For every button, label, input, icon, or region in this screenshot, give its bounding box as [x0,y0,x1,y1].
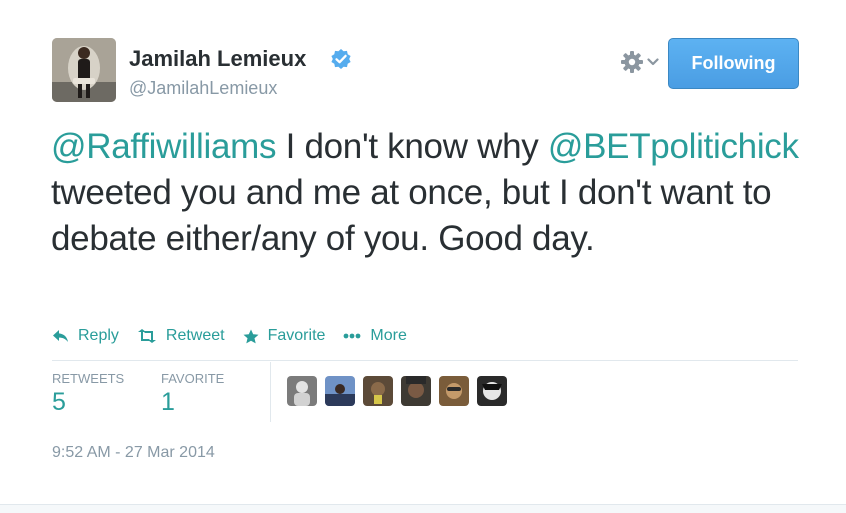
tweet-actions: Reply Retweet Favorite More [52,323,425,349]
verified-badge-icon [331,49,351,69]
reply-label: Reply [78,327,119,344]
favorite-label: Favorite [267,327,326,344]
star-icon [243,329,259,343]
favorites-count[interactable]: 1 [161,388,175,417]
favoriter-avatar[interactable] [439,376,469,406]
retweets-count[interactable]: 5 [52,388,66,417]
retweet-label: Retweet [165,327,225,344]
tweet-card: Jamilah Lemieux @JamilahLemieux Followin… [0,0,846,513]
following-button[interactable]: Following [668,38,799,89]
ellipsis-icon [344,333,361,339]
reply-button[interactable]: Reply [52,327,119,345]
retweet-icon [137,329,156,343]
favoriter-avatar[interactable] [325,376,355,406]
stats-separator [270,362,271,422]
favoriter-avatars [287,376,515,406]
divider [52,360,798,361]
more-button[interactable]: More [343,327,407,345]
author-avatar[interactable] [52,38,116,102]
reply-icon [53,330,68,342]
mention-link[interactable]: @Raffiwilliams [51,127,276,166]
tweet-text-segment: I don't know why [276,127,548,166]
favoriter-avatar[interactable] [287,376,317,406]
chevron-down-icon [647,58,659,66]
favoriter-avatar[interactable] [401,376,431,406]
gear-icon [621,51,643,73]
favoriter-avatar[interactable] [477,376,507,406]
favorite-button[interactable]: Favorite [243,327,326,345]
tweet-timestamp[interactable]: 9:52 AM - 27 Mar 2014 [52,444,215,462]
tweet-text: @Raffiwilliams I don't know why @BETpoli… [51,124,821,262]
settings-dropdown[interactable] [620,50,660,74]
more-label: More [370,327,407,344]
tweet-text-segment: tweeted you and me at once, but I don't … [51,173,772,258]
retweet-button[interactable]: Retweet [137,327,225,345]
favoriter-avatar[interactable] [363,376,393,406]
author-screen-name[interactable]: @JamilahLemieux [129,78,277,99]
author-display-name[interactable]: Jamilah Lemieux [129,46,306,72]
mention-link[interactable]: @BETpolitichick [548,127,799,166]
favorites-label: FAVORITE [161,371,225,386]
retweets-label: RETWEETS [52,371,125,386]
